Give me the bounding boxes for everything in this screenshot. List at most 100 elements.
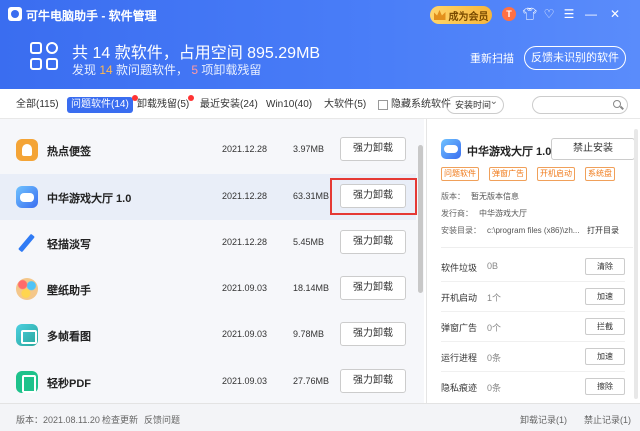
divider (441, 371, 625, 372)
software-size: 63.31MB (293, 191, 330, 201)
gamepad-icon (441, 139, 461, 159)
divider (441, 247, 633, 248)
pdf-icon (16, 371, 38, 393)
tab-large-software[interactable]: 大软件(5) (324, 97, 366, 113)
tag-problem-software: 问题软件 (441, 167, 479, 181)
skin-icon[interactable]: 👕︎ (522, 7, 537, 21)
vip-label: 成为会员 (448, 11, 489, 23)
detail-scrollbar[interactable] (634, 129, 638, 399)
stat-value: 0B (487, 261, 499, 271)
app-logo-icon (8, 7, 22, 21)
close-icon[interactable]: ✕ (608, 7, 622, 21)
install-date: 2021.09.03 (222, 283, 268, 293)
check-update-link[interactable]: 检查更新 (102, 413, 138, 426)
version-info: 版本： 暂无版本信息 (441, 192, 519, 201)
hide-system-checkbox[interactable] (378, 100, 388, 110)
filter-tabs: 全部(115) 问题软件(14) 卸载残留(5) 最近安装(24) Win10(… (0, 89, 640, 119)
uninstall-button[interactable]: 强力卸载 (340, 276, 406, 300)
software-name: 热点便签 (47, 146, 91, 158)
app-version: 版本：2021.08.11.20 (16, 415, 100, 425)
stat-label: 弹窗广告 (441, 323, 478, 333)
problem-count: 14 (99, 63, 113, 77)
list-item[interactable]: 轻秒PDF 2021.09.03 27.76MB 强力卸载 (0, 359, 416, 403)
speedup-startup-button[interactable]: 加速 (585, 288, 625, 305)
minimize-icon[interactable]: — (584, 7, 598, 21)
divider (441, 281, 625, 282)
hide-system-label: 隐藏系统软件 (391, 99, 451, 110)
software-size: 5.45MB (293, 237, 325, 247)
install-dir-info: 安装目录： c:\program files (x86)\zh... (441, 226, 580, 235)
list-item[interactable]: 壁纸助手 2021.09.03 18.14MB 强力卸载 (0, 266, 416, 312)
forbid-install-button[interactable]: 禁止安装 (551, 138, 635, 160)
list-scrollbar[interactable] (418, 145, 423, 293)
pen-icon (16, 232, 38, 254)
feedback-unrecognized-button[interactable]: 反馈未识别的软件 (524, 46, 626, 70)
rescan-button[interactable]: 重新扫描 (470, 50, 514, 66)
title-bar: 可牛电脑助手 - 软件管理 成为会员 T 👕︎ ♡ ☰ — ✕ (0, 0, 640, 28)
menu-icon[interactable]: ☰ (562, 7, 576, 21)
list-item[interactable]: 热点便签 2021.12.28 3.97MB 强力卸载 (0, 127, 416, 173)
install-date: 2021.12.28 (222, 237, 268, 247)
software-name: 中华游戏大厅 1.0 (47, 193, 132, 205)
header: 可牛电脑助手 - 软件管理 成为会员 T 👕︎ ♡ ☰ — ✕ 共 14 款软件… (0, 0, 640, 89)
install-date: 2021.12.28 (222, 191, 268, 201)
heart-icon[interactable]: ♡ (542, 7, 556, 21)
uninstall-button[interactable]: 强力卸载 (340, 369, 406, 393)
software-size: 27.76MB (293, 376, 330, 386)
stat-label: 运行进程 (441, 353, 478, 363)
software-list: 热点便签 2021.12.28 3.97MB 强力卸载 中华游戏大厅 1.0 2… (0, 119, 424, 403)
uninstall-button[interactable]: 强力卸载 (340, 137, 406, 161)
uninstall-button[interactable]: 强力卸载 (340, 322, 406, 346)
app-title: 可牛电脑助手 - 软件管理 (26, 9, 157, 23)
list-item[interactable]: 轻描淡写 2021.12.28 5.45MB 强力卸载 (0, 220, 416, 266)
search-icon (613, 100, 621, 108)
divider (441, 311, 625, 312)
uninstall-button[interactable]: 强力卸载 (340, 230, 406, 254)
tab-all[interactable]: 全部(115) (16, 97, 59, 113)
notification-dot (188, 95, 195, 101)
summary-subtitle: 发现 14 款问题软件， 5 项卸载残留 (72, 63, 262, 77)
detail-software-name: 中华游戏大厅 1.0 (467, 146, 552, 158)
software-name: 壁纸助手 (47, 285, 91, 297)
tab-win10[interactable]: Win10(40) (266, 97, 312, 113)
clean-button[interactable]: 清除 (585, 258, 625, 275)
install-date: 2021.12.28 (222, 144, 268, 154)
list-item[interactable]: 多帧看图 2021.09.03 9.78MB 强力卸载 (0, 312, 416, 358)
stat-label: 软件垃圾 (441, 263, 478, 273)
uninstall-log-link[interactable]: 卸载记录(1) (520, 413, 567, 426)
search-input[interactable] (532, 96, 628, 114)
sticky-note-icon (16, 139, 38, 161)
tab-uninstall-residue[interactable]: 卸载残留(5) (137, 95, 195, 113)
become-vip-button[interactable]: 成为会员 (430, 6, 492, 24)
install-date: 2021.09.03 (222, 329, 268, 339)
summary-title: 共 14 款软件，占用空间 895.29MB (72, 45, 321, 62)
install-date: 2021.09.03 (222, 376, 268, 386)
stat-value: 0条 (487, 383, 502, 393)
block-popup-button[interactable]: 拦截 (585, 318, 625, 335)
software-name: 轻描淡写 (47, 239, 91, 251)
stat-label: 隐私痕迹 (441, 383, 478, 393)
publisher-info: 发行商： 中华游戏大厅 (441, 209, 527, 218)
stat-value: 0个 (487, 323, 502, 333)
tab-recent-install[interactable]: 最近安装(24) (200, 97, 258, 113)
open-directory-link[interactable]: 打开目录 (587, 225, 619, 236)
status-bar: 版本：2021.08.11.20 检查更新 反馈问题 卸载记录(1) 禁止记录(… (0, 403, 640, 431)
gamepad-icon (16, 186, 38, 208)
speedup-process-button[interactable]: 加速 (585, 348, 625, 365)
tab-problem-software[interactable]: 问题软件(14) (67, 95, 138, 113)
stat-label: 开机启动 (441, 293, 478, 303)
sort-select[interactable]: 安装时间 (446, 94, 504, 114)
software-size: 18.14MB (293, 283, 330, 293)
tag-popup-ads: 弹窗广告 (489, 167, 527, 181)
image-viewer-icon (16, 324, 38, 346)
palette-icon (16, 278, 38, 300)
highlight-annotation (330, 178, 417, 215)
software-grid-icon (30, 42, 60, 72)
erase-privacy-button[interactable]: 擦除 (585, 378, 625, 395)
software-name: 多帧看图 (47, 331, 91, 343)
stat-value: 0条 (487, 353, 502, 363)
report-issue-link[interactable]: 反馈问题 (144, 413, 180, 426)
forbid-log-link[interactable]: 禁止记录(1) (584, 413, 631, 426)
avatar[interactable]: T (502, 7, 516, 21)
stat-value: 1个 (487, 293, 502, 303)
